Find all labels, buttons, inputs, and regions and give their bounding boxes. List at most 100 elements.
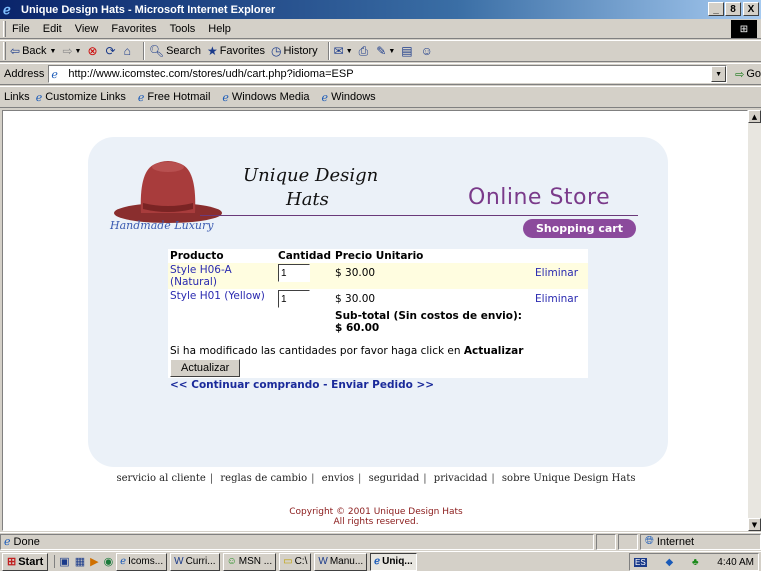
link-label: Customize Links [45, 91, 126, 103]
ie-icon: ℯ [3, 1, 11, 17]
task-button[interactable]: W Curri... [170, 552, 220, 571]
link-label: Free Hotmail [147, 91, 211, 103]
product-link[interactable]: Style H01 (Yellow) [170, 290, 265, 302]
close-button[interactable]: X [743, 2, 759, 16]
favorites-button[interactable]: ★ Favorites [207, 44, 265, 58]
home-button[interactable]: ⌂ [124, 44, 133, 58]
subtotal-value: $ 60.00 [335, 322, 380, 334]
refresh-button[interactable]: ⟳ [106, 44, 118, 58]
continue-shopping-link[interactable]: << Continuar comprando - Enviar Pedido >… [170, 379, 434, 391]
link-hotmail[interactable]: ℯ Free Hotmail [138, 91, 210, 104]
link-windows-media[interactable]: ℯ Windows Media [222, 91, 309, 104]
windows-flag-icon: ⊞ [7, 556, 17, 568]
show-desktop-icon[interactable]: ▣ [59, 555, 69, 568]
remove-link[interactable]: Eliminar [535, 267, 578, 279]
task-msn-icon: ☺ [226, 556, 237, 567]
history-label: History [283, 45, 318, 57]
discuss-icon: ▤ [401, 44, 413, 58]
go-button[interactable]: ⇨ Go [735, 68, 761, 81]
shopping-cart-button[interactable]: Shopping cart [523, 219, 636, 238]
remove-link[interactable]: Eliminar [535, 293, 578, 305]
update-button[interactable]: Actualizar [170, 359, 241, 377]
zone-label: Internet [656, 535, 695, 548]
discuss-button[interactable]: ▤ [401, 44, 414, 58]
footer-link[interactable]: servicio al cliente [117, 473, 206, 484]
status-cell [618, 533, 638, 550]
toolbar-separator [142, 42, 145, 60]
link-label: Windows [331, 91, 376, 103]
edit-button[interactable]: ✎ ▼ [376, 44, 395, 58]
link-customize[interactable]: ℯ Customize Links [36, 91, 126, 104]
menu-favorites[interactable]: Favorites [111, 23, 156, 35]
vertical-scrollbar[interactable]: ▲ ▼ [748, 110, 761, 531]
footer-link[interactable]: envios [322, 473, 354, 484]
product-link[interactable]: Style H06-A (Natural) [170, 264, 232, 288]
taskbar: ⊞ Start ▣ ▦ ▶ ◉ ℯ Icoms... W Curri... ☺ MSN … [0, 551, 761, 571]
quantity-input[interactable] [278, 264, 310, 282]
mail-icon: ✉ [333, 44, 344, 58]
mail-button[interactable]: ✉ ▼ [334, 44, 353, 58]
quantity-input[interactable] [278, 290, 310, 308]
scroll-down-icon[interactable]: ▼ [748, 518, 761, 531]
stop-button[interactable]: ⊗ [87, 44, 99, 58]
menu-file[interactable]: File [12, 23, 30, 35]
network-tray-icon[interactable]: ♣ [692, 557, 699, 568]
footer-link[interactable]: privacidad [434, 473, 488, 484]
task-button[interactable]: W Manu... [314, 552, 368, 571]
address-dropdown-icon[interactable]: ▼ [711, 66, 727, 82]
menu-edit[interactable]: Edit [43, 23, 62, 35]
start-button[interactable]: ⊞ Start [2, 552, 49, 571]
forward-button[interactable]: ⇨ ▼ [62, 44, 81, 58]
task-word-icon: W [174, 556, 184, 567]
footer-link[interactable]: seguridad [369, 473, 420, 484]
favorites-icon: ★ [206, 44, 218, 58]
window-controls: _ 8 X [707, 2, 759, 16]
copyright-line1: Copyright © 2001 Unique Design Hats [289, 507, 463, 517]
address-input[interactable]: ℯ http://www.icomstec.com/stores/udh/car… [48, 65, 728, 83]
start-label: Start [18, 555, 44, 568]
messenger-button[interactable]: ☺ [421, 44, 435, 58]
back-button[interactable]: ⇦ Back ▼ [10, 44, 56, 58]
footer-link[interactable]: sobre Unique Design Hats [502, 473, 636, 484]
menu-help[interactable]: Help [208, 23, 231, 35]
explorer-icon[interactable]: ▦ [75, 555, 85, 568]
search-icon: 🔍︎ [148, 44, 165, 58]
task-button-active[interactable]: ℯ Uniq... [370, 552, 417, 571]
language-indicator[interactable]: ES [634, 557, 647, 567]
window-title: Unique Design Hats - Microsoft Internet … [21, 3, 276, 16]
mail-dropdown-icon: ▼ [345, 47, 353, 55]
task-label: C:\ [294, 556, 308, 567]
unit-price: $ 30.00 [333, 289, 534, 309]
forward-dropdown-icon: ▼ [74, 47, 82, 55]
print-button[interactable]: ⎙ [359, 44, 371, 59]
clock: 4:40 AM [717, 556, 754, 568]
menu-tools[interactable]: Tools [170, 23, 196, 35]
edit-icon: ✎ [376, 44, 387, 58]
system-tray: ES ◆ ♣ 4:40 AM [629, 553, 759, 571]
brand-title-line1: Unique Design [243, 165, 379, 186]
scroll-up-icon[interactable]: ▲ [748, 110, 761, 123]
search-button[interactable]: 🔍︎ Search [149, 44, 201, 58]
history-icon: ◷ [270, 44, 282, 58]
store-panel: Unique Design Hats Online Store Handmade… [88, 137, 668, 467]
link-windows[interactable]: ℯ Windows [322, 91, 376, 104]
messenger-icon: ☺ [420, 44, 433, 58]
media-player-icon[interactable]: ▶ [90, 555, 98, 568]
menu-view[interactable]: View [75, 23, 99, 35]
history-button[interactable]: ◷ History [271, 44, 318, 58]
task-button[interactable]: ▭ C:\ [279, 552, 312, 571]
task-button[interactable]: ℯ Icoms... [116, 552, 168, 571]
col-actions [533, 249, 588, 263]
address-label: Address [4, 68, 45, 80]
maximize-button[interactable]: 8 [725, 2, 741, 16]
unit-price: $ 30.00 [333, 263, 534, 289]
minimize-button[interactable]: _ [708, 2, 724, 16]
messenger-tray-icon[interactable]: ◆ [665, 557, 673, 568]
toolbar-separator [327, 42, 330, 60]
footer-link[interactable]: reglas de cambio [220, 473, 307, 484]
page-status-icon: ℯ [4, 536, 11, 548]
task-button[interactable]: ☺ MSN ... [222, 552, 277, 571]
status-cell [596, 533, 616, 550]
back-arrow-icon: ⇦ [10, 44, 21, 58]
outlook-icon[interactable]: ◉ [104, 555, 114, 568]
